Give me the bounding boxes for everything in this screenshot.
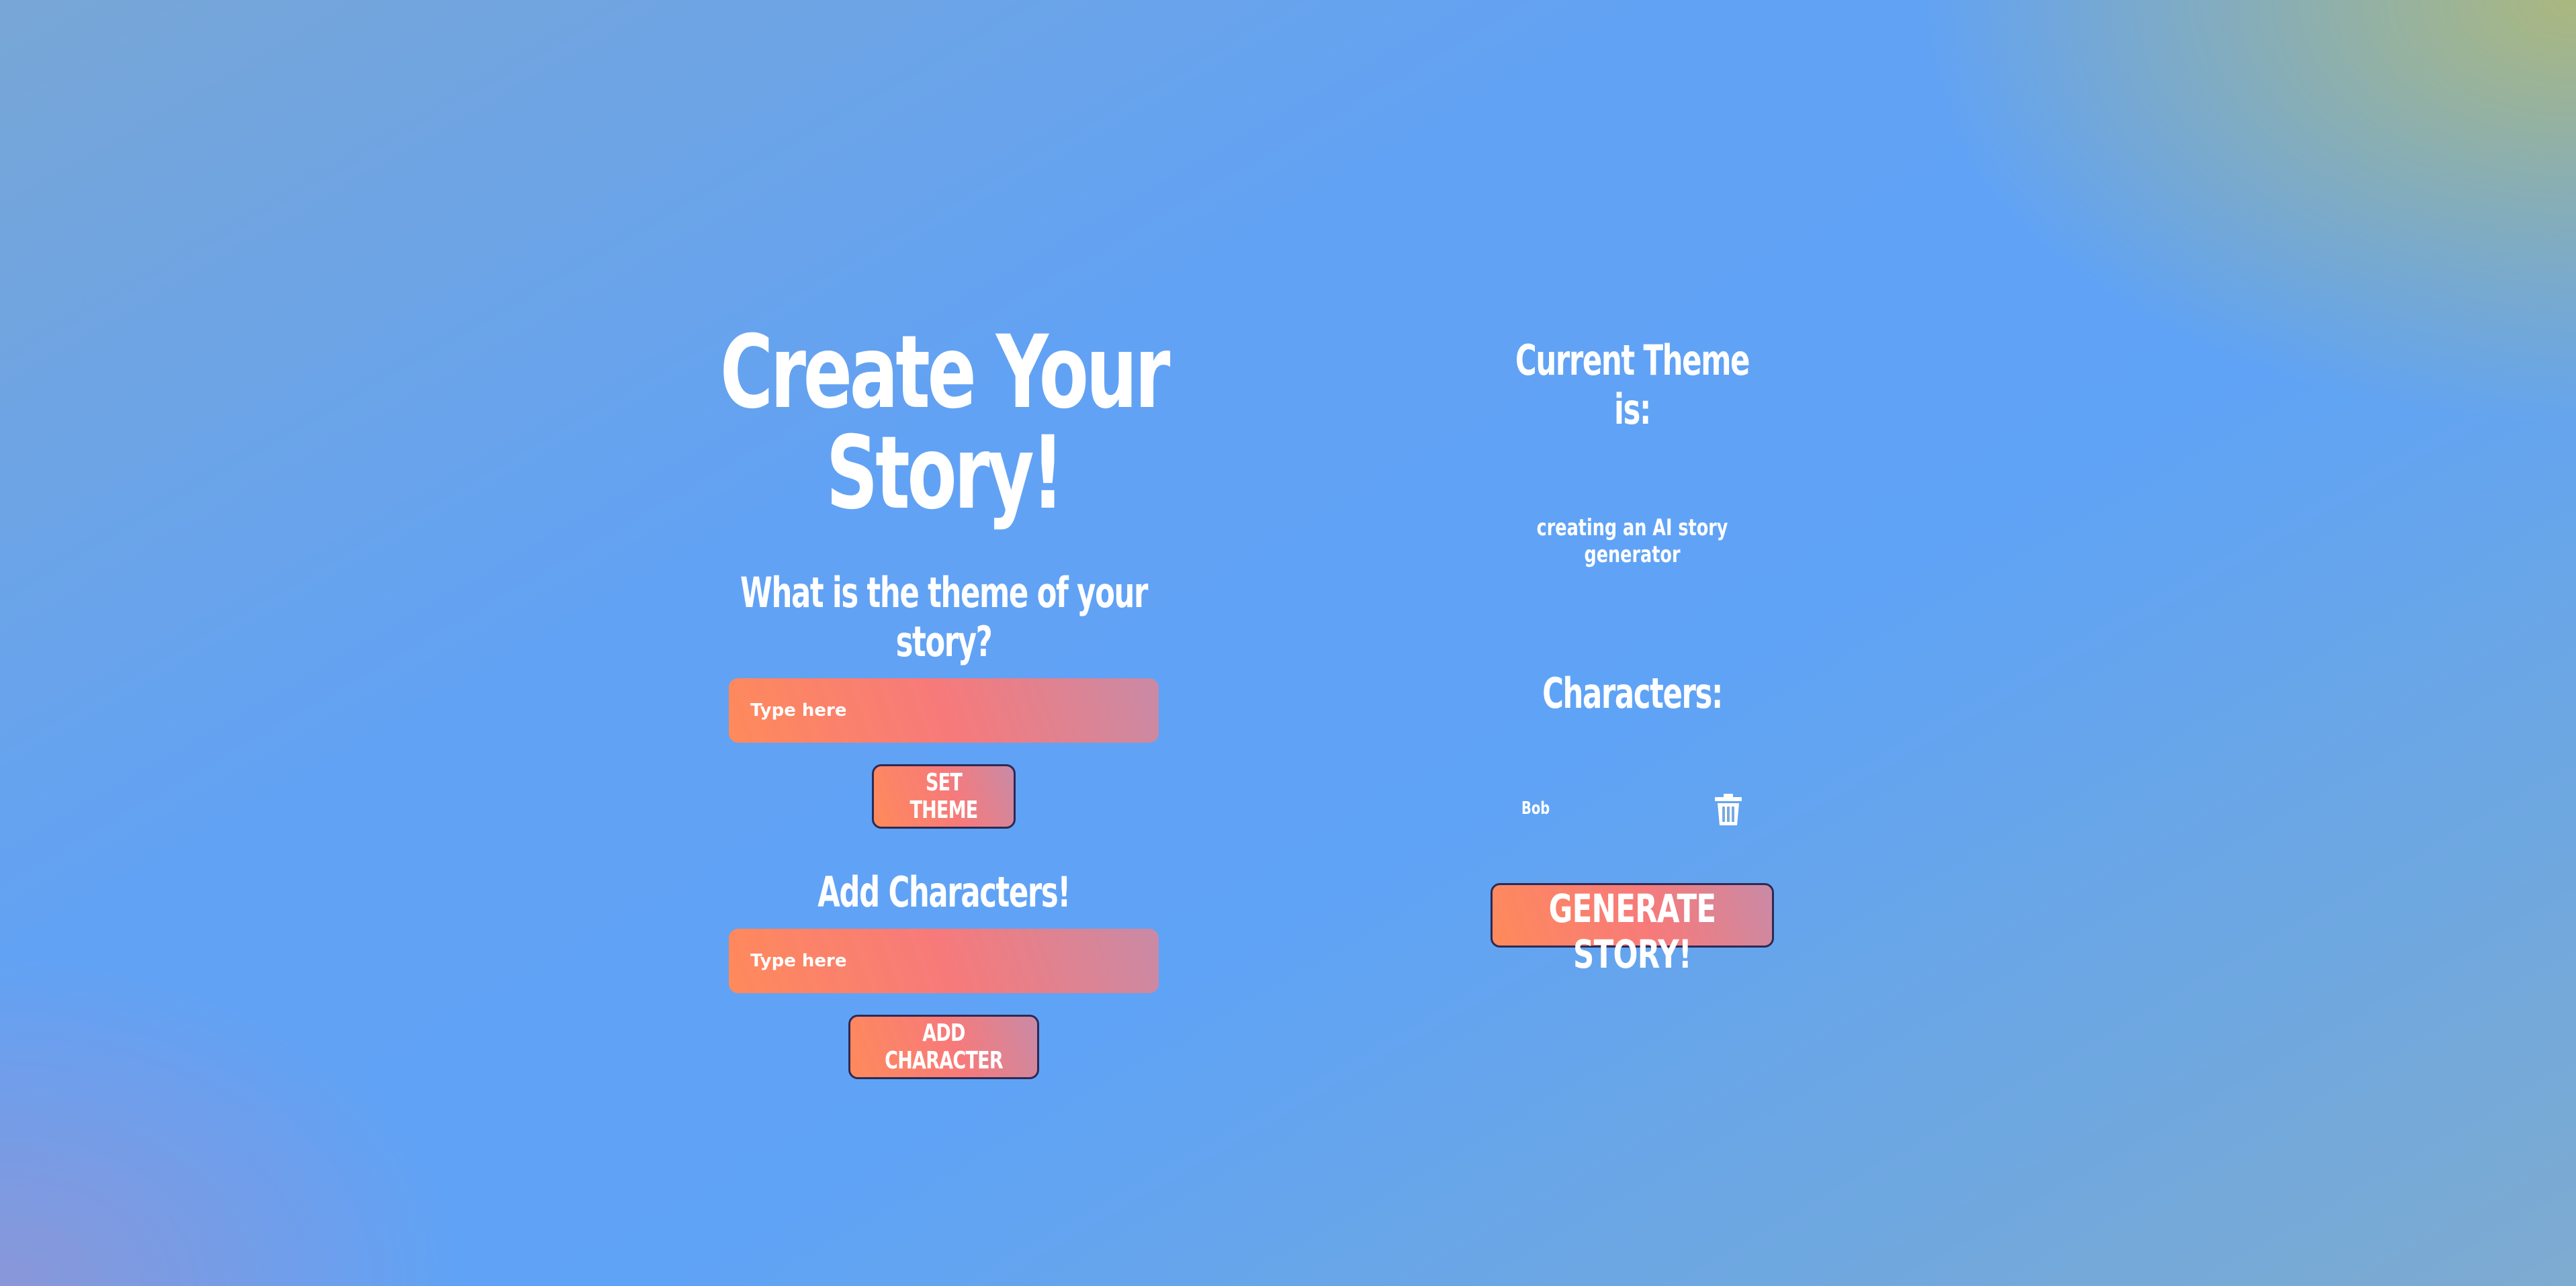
current-theme-value: creating an AI story generator: [1536, 514, 1728, 568]
characters-prompt: Add Characters!: [817, 868, 1071, 917]
characters-heading: Characters:: [1542, 669, 1723, 718]
add-character-button[interactable]: ADD CHARACTER: [848, 1015, 1039, 1079]
generate-story-label: GENERATE STORY!: [1548, 886, 1716, 977]
character-list-item: Bob: [1521, 790, 1743, 831]
trash-icon[interactable]: [1714, 793, 1743, 827]
add-character-label: ADD CHARACTER: [885, 1019, 1003, 1074]
current-theme-heading: Current Theme is:: [1515, 336, 1750, 434]
character-input[interactable]: [729, 929, 1159, 993]
character-name: Bob: [1521, 798, 1550, 819]
page-title: Create Your Story!: [719, 314, 1171, 532]
story-summary: Current Theme is: creating an AI story g…: [1437, 336, 1827, 977]
theme-input[interactable]: [729, 678, 1159, 743]
story-form: Create Your Story! What is the theme of …: [591, 295, 1296, 1079]
theme-prompt: What is the theme of your story?: [740, 568, 1148, 666]
generate-story-button[interactable]: GENERATE STORY!: [1491, 883, 1774, 977]
set-theme-label: SET THEME: [909, 769, 978, 824]
set-theme-button[interactable]: SET THEME: [872, 764, 1016, 829]
